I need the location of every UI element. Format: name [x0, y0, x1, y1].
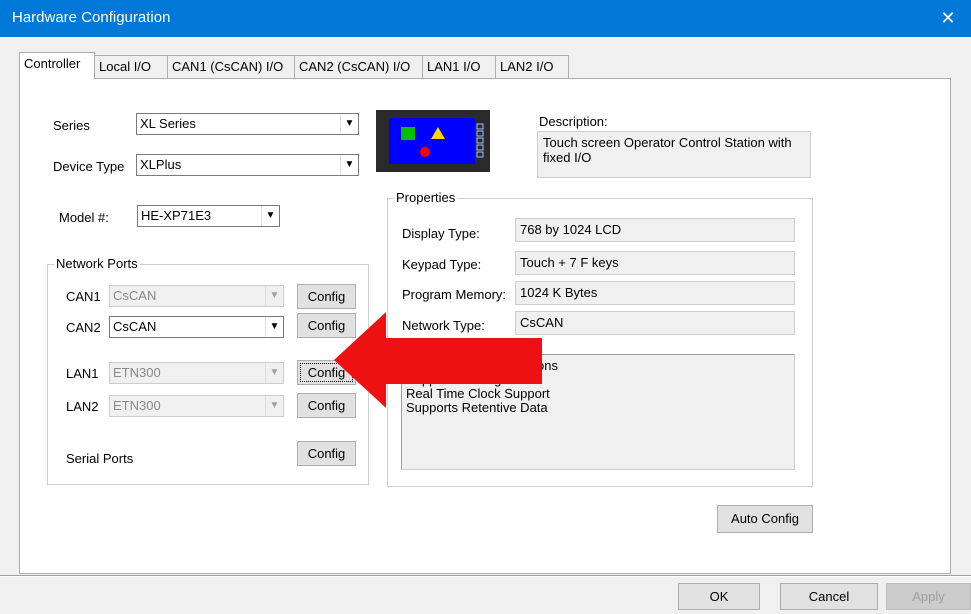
- controller-device-icon: [376, 110, 490, 172]
- model-select[interactable]: HE-XP71E3 ▼: [137, 205, 280, 227]
- series-label: Series: [53, 118, 90, 133]
- can2-label: CAN2: [66, 320, 101, 335]
- tab-controller[interactable]: Controller: [19, 52, 95, 79]
- model-value: HE-XP71E3: [141, 208, 212, 223]
- device-type-select[interactable]: XLPlus ▼: [136, 154, 359, 176]
- display-type-value: 768 by 1024 LCD: [515, 218, 795, 242]
- can1-label: CAN1: [66, 289, 101, 304]
- device-type-label: Device Type: [53, 159, 125, 174]
- program-memory-value: 1024 K Bytes: [515, 281, 795, 305]
- display-type-label: Display Type:: [402, 226, 480, 241]
- lan1-select[interactable]: ETN300 ▼: [109, 362, 284, 384]
- network-type-value: CsCAN: [515, 311, 795, 335]
- chevron-down-icon: ▼: [261, 206, 279, 226]
- chevron-down-icon: ▼: [265, 396, 283, 416]
- tab-lan1-io[interactable]: LAN1 I/O: [422, 55, 496, 78]
- tab-local-io[interactable]: Local I/O: [94, 55, 168, 78]
- can2-select[interactable]: CsCAN ▼: [109, 316, 284, 338]
- lan2-select[interactable]: ETN300 ▼: [109, 395, 284, 417]
- can1-config-button[interactable]: Config: [297, 284, 356, 309]
- chevron-down-icon: ▼: [340, 155, 358, 175]
- can1-value: CsCAN: [113, 288, 157, 303]
- description-text: Touch screen Operator Control Station wi…: [537, 131, 811, 178]
- auto-config-button[interactable]: Auto Config: [717, 505, 813, 533]
- lan1-label: LAN1: [66, 366, 99, 381]
- serial-ports-label: Serial Ports: [66, 451, 134, 466]
- program-memory-label: Program Memory:: [402, 287, 507, 302]
- ok-button[interactable]: OK: [678, 583, 760, 610]
- chevron-down-icon: ▼: [265, 286, 283, 306]
- keypad-type-label: Keypad Type:: [402, 257, 482, 272]
- chevron-down-icon: ▼: [265, 317, 283, 337]
- red-arrow-annotation-icon: [334, 312, 542, 408]
- close-icon[interactable]: ✕: [925, 0, 971, 37]
- properties-label: Properties: [394, 190, 458, 205]
- lan2-label: LAN2: [66, 399, 99, 414]
- footer-divider: [0, 576, 971, 577]
- keypad-type-value: Touch + 7 F keys: [515, 251, 795, 275]
- lan2-value: ETN300: [113, 398, 161, 413]
- chevron-down-icon: ▼: [340, 114, 358, 134]
- tab-can1-io[interactable]: CAN1 (CsCAN) I/O: [167, 55, 295, 78]
- device-type-value: XLPlus: [140, 157, 182, 172]
- chevron-down-icon: ▼: [265, 363, 283, 383]
- can1-select[interactable]: CsCAN ▼: [109, 285, 284, 307]
- cancel-button[interactable]: Cancel: [780, 583, 878, 610]
- network-ports-label: Network Ports: [54, 256, 140, 271]
- tab-lan2-io[interactable]: LAN2 I/O: [495, 55, 569, 78]
- series-value: XL Series: [140, 116, 196, 131]
- description-label: Description:: [539, 114, 608, 129]
- title-bar: Hardware Configuration ✕: [0, 0, 971, 37]
- model-label: Model #:: [59, 210, 109, 225]
- series-select[interactable]: XL Series ▼: [136, 113, 359, 135]
- serial-config-button[interactable]: Config: [297, 441, 356, 466]
- tab-can2-io[interactable]: CAN2 (CsCAN) I/O: [294, 55, 423, 78]
- apply-button[interactable]: Apply: [886, 583, 971, 610]
- lan1-value: ETN300: [113, 365, 161, 380]
- window-title: Hardware Configuration: [12, 9, 171, 26]
- can2-value: CsCAN: [113, 319, 157, 334]
